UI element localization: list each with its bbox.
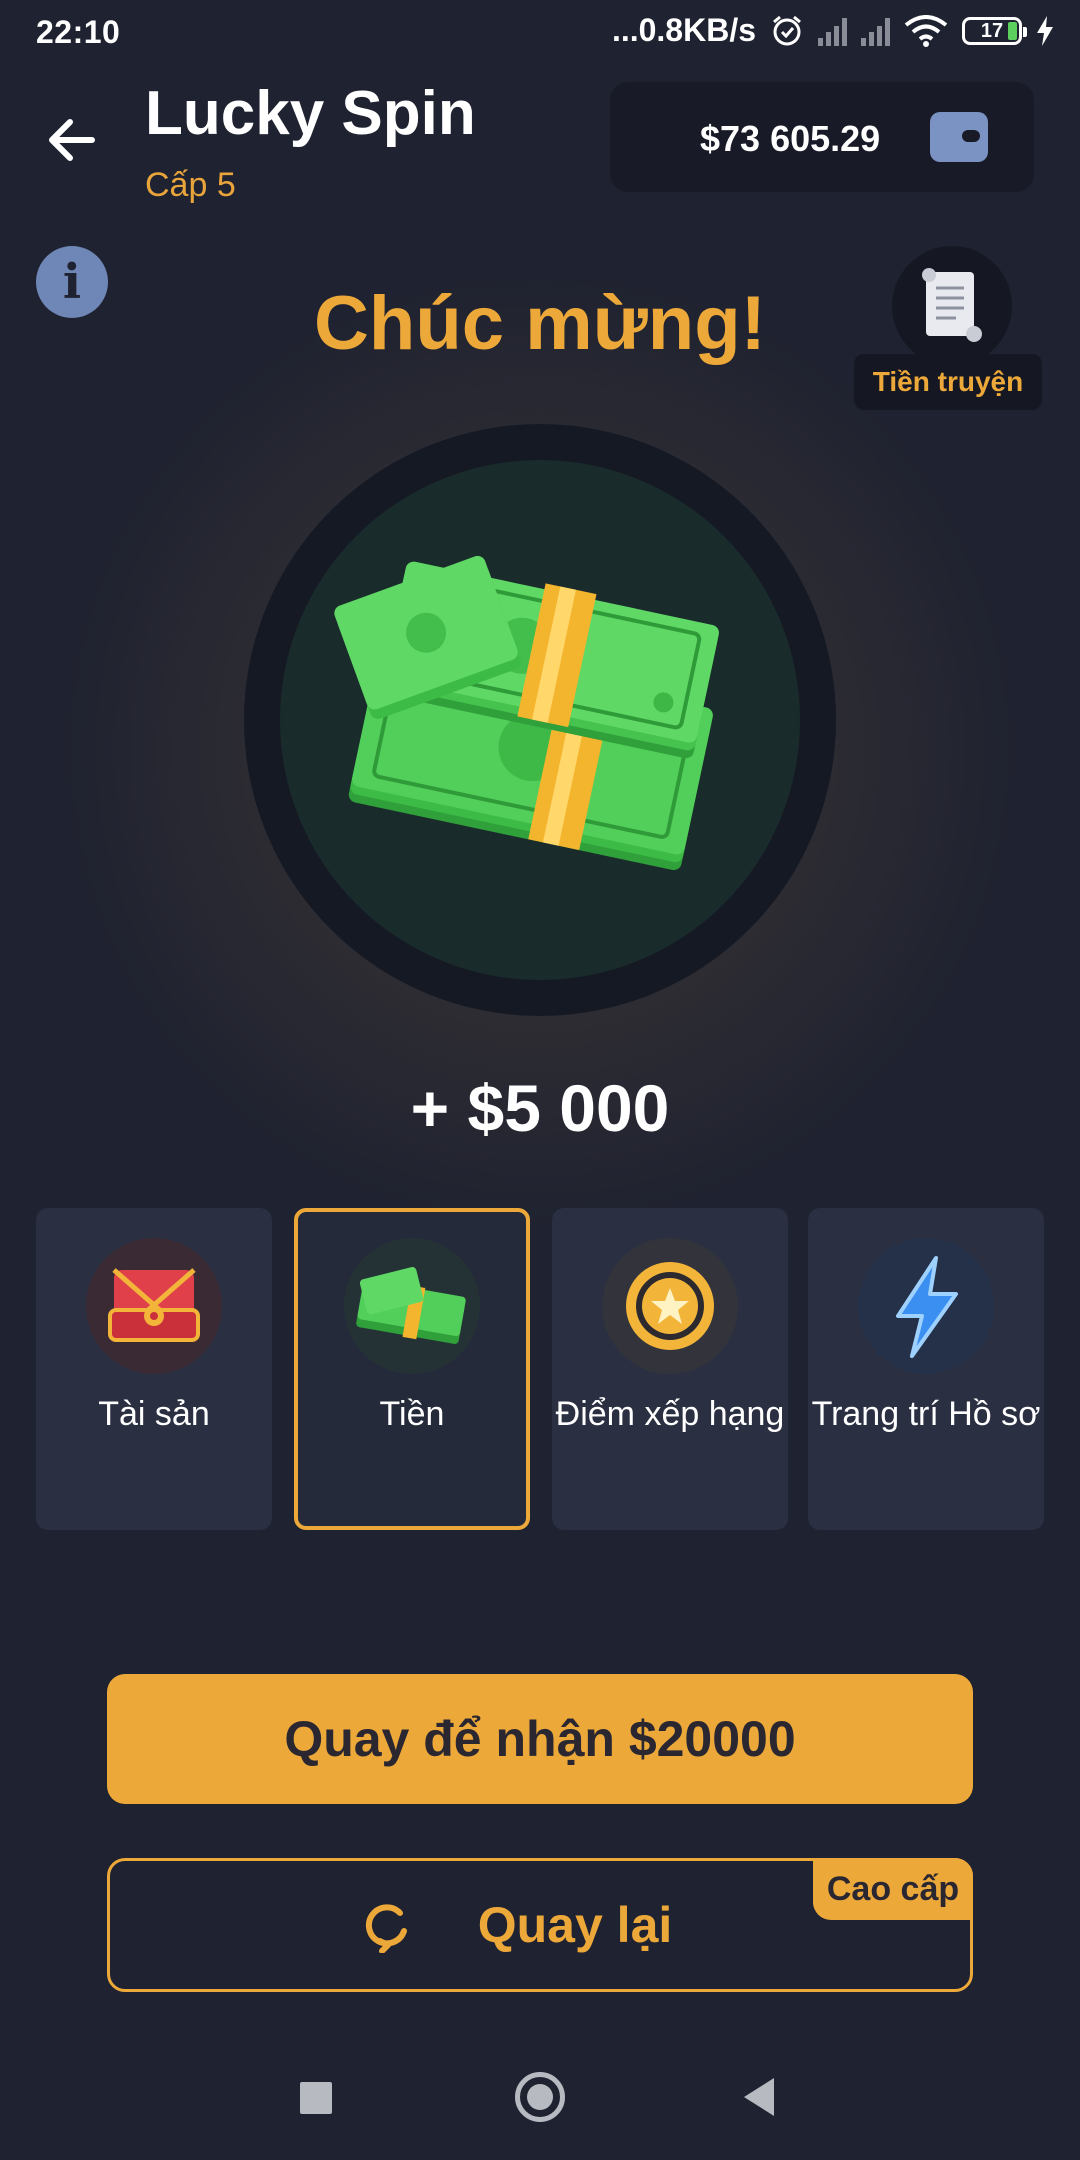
cash-icon (344, 1238, 480, 1374)
signal-icon-2 (861, 16, 890, 46)
prize-amount: + $5 000 (410, 1071, 670, 1145)
level-label: Cấp 5 (145, 166, 236, 204)
status-time: 22:10 (36, 14, 121, 50)
status-bar: 22:10 ...0.8KB/s 17 (0, 0, 1080, 66)
balance-amount: $73 605.29 (700, 118, 881, 159)
wallet-balance-button[interactable]: $73 605.29 (610, 82, 1034, 192)
page-title: Lucky Spin (145, 79, 476, 148)
category-label-profile-decor: Trang trí Hồ sơ (811, 1395, 1041, 1433)
nav-back-icon[interactable] (744, 2078, 774, 2116)
category-card-profile-decor[interactable]: Trang trí Hồ sơ (808, 1208, 1044, 1530)
recent-apps-icon[interactable] (300, 2082, 332, 2114)
reward-categories: Tài sản Tiền Điểm xếp hạng Trang trí Hồ … (36, 1208, 1044, 1530)
refresh-icon (365, 1904, 407, 1953)
status-icons: ...0.8KB/s 17 (612, 12, 1054, 49)
signal-icon-1 (818, 16, 847, 46)
category-label-cash: Tiền (379, 1395, 445, 1433)
battery-icon: 17 (962, 16, 1027, 45)
lightning-icon (858, 1238, 994, 1374)
network-speed: ...0.8KB/s (611, 12, 756, 48)
alarm-icon (773, 15, 801, 45)
charging-icon (1037, 15, 1053, 46)
story-label: Tiền truyện (854, 354, 1042, 410)
money-stack-icon (334, 555, 719, 871)
category-card-cash[interactable]: Tiền (294, 1208, 530, 1530)
treasure-chest-icon (86, 1238, 222, 1374)
respin-label: Quay lại (477, 1897, 673, 1953)
category-label-ranking: Điểm xếp hạng (555, 1395, 785, 1433)
star-coin-icon (602, 1238, 738, 1374)
category-label-assets: Tài sản (98, 1395, 210, 1433)
wallet-icon (930, 112, 988, 162)
home-icon[interactable] (515, 2072, 565, 2122)
category-card-ranking[interactable]: Điểm xếp hạng (552, 1208, 788, 1530)
premium-badge: Cao cấp (813, 1858, 973, 1920)
system-navigation-bar (0, 2040, 1080, 2160)
scroll-icon (892, 246, 1012, 366)
story-button[interactable]: Tiền truyện (854, 246, 1044, 410)
prize-circle (244, 424, 836, 1016)
back-arrow-icon[interactable] (42, 110, 102, 170)
respin-button[interactable]: Quay lại Cao cấp (107, 1858, 973, 1992)
category-card-assets[interactable]: Tài sản (36, 1208, 272, 1530)
spin-for-reward-button[interactable]: Quay để nhận $20000 (107, 1674, 973, 1804)
wifi-icon (904, 14, 948, 47)
battery-level: 17 (980, 19, 1004, 42)
